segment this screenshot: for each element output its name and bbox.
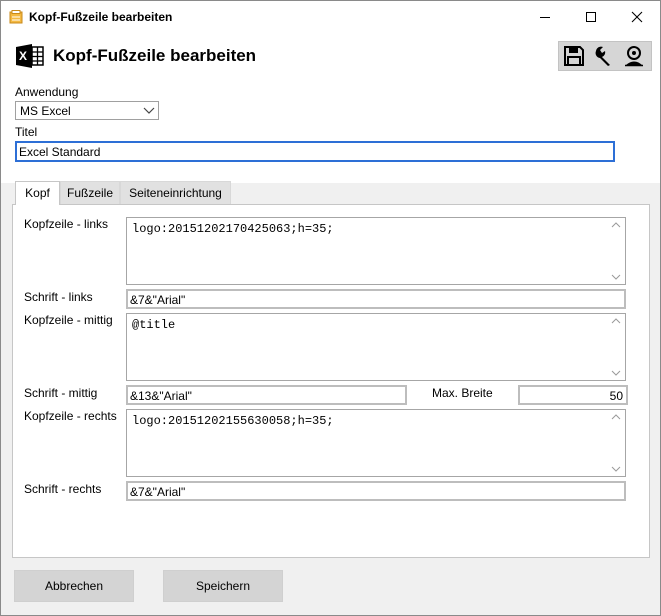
excel-icon: X xyxy=(16,44,44,68)
dialog-window: Kopf-Fußzeile bearbeiten X Kopf-Fußzeile… xyxy=(0,0,661,616)
kopfzeile-rechts-label: Kopfzeile - rechts xyxy=(24,409,117,423)
kopfzeile-links-label: Kopfzeile - links xyxy=(24,217,109,231)
kopfzeile-mittig-label: Kopfzeile - mittig xyxy=(24,313,113,327)
settings-toolbar-button[interactable] xyxy=(591,44,617,68)
window-title: Kopf-Fußzeile bearbeiten xyxy=(29,10,173,24)
titel-input[interactable] xyxy=(15,141,615,162)
schrift-mittig-label: Schrift - mittig xyxy=(24,386,98,400)
tab-fusszeile[interactable]: Fußzeile xyxy=(60,181,120,205)
minimize-button[interactable] xyxy=(522,1,568,33)
minimize-icon xyxy=(540,17,550,18)
kopfzeile-mittig-textarea[interactable]: @title xyxy=(126,313,626,381)
schrift-rechts-label: Schrift - rechts xyxy=(24,482,102,496)
close-icon xyxy=(631,11,643,23)
save-toolbar-button[interactable] xyxy=(561,44,587,68)
user-toolbar-button[interactable] xyxy=(621,44,647,68)
schrift-rechts-value: &7&"Arial" xyxy=(130,485,186,499)
max-breite-input[interactable]: 50 xyxy=(518,385,628,405)
page-title: Kopf-Fußzeile bearbeiten xyxy=(53,46,257,65)
max-breite-value: 50 xyxy=(609,389,623,403)
chevron-up-icon xyxy=(611,222,621,228)
kopfzeile-mittig-value: @title xyxy=(132,318,176,332)
chevron-down-icon xyxy=(611,274,621,280)
scrollbar[interactable] xyxy=(608,410,625,476)
schrift-rechts-input[interactable]: &7&"Arial" xyxy=(126,481,626,501)
maximize-icon xyxy=(586,12,596,22)
schrift-links-value: &7&"Arial" xyxy=(130,293,186,307)
schrift-mittig-input[interactable]: &13&"Arial" xyxy=(126,385,407,405)
schrift-mittig-value: &13&"Arial" xyxy=(130,389,192,403)
kopfzeile-links-value: logo:20151202170425063;h=35; xyxy=(132,222,334,236)
chevron-down-icon xyxy=(611,370,621,376)
title-bar: Kopf-Fußzeile bearbeiten xyxy=(1,1,660,33)
tab-kopf[interactable]: Kopf xyxy=(15,181,60,205)
schrift-links-input[interactable]: &7&"Arial" xyxy=(126,289,626,309)
schrift-links-label: Schrift - links xyxy=(24,290,93,304)
wrench-icon xyxy=(595,46,610,66)
cancel-button[interactable]: Abbrechen xyxy=(14,570,134,602)
chevron-up-icon xyxy=(611,318,621,324)
scrollbar[interactable] xyxy=(608,218,625,284)
user-icon xyxy=(625,46,643,67)
anwendung-value: MS Excel xyxy=(20,104,71,118)
max-breite-label: Max. Breite xyxy=(432,386,493,400)
chevron-down-icon xyxy=(143,107,155,114)
kopfzeile-links-textarea[interactable]: logo:20151202170425063;h=35; xyxy=(126,217,626,285)
scrollbar[interactable] xyxy=(608,314,625,380)
close-button[interactable] xyxy=(614,1,660,33)
chevron-down-icon xyxy=(611,466,621,472)
kopfzeile-rechts-textarea[interactable]: logo:20151202155630058;h=35; xyxy=(126,409,626,477)
tab-seiteneinrichtung[interactable]: Seiteneinrichtung xyxy=(120,181,231,205)
app-icon xyxy=(9,10,23,24)
save-button[interactable]: Speichern xyxy=(163,570,283,602)
chevron-up-icon xyxy=(611,414,621,420)
toolbar xyxy=(558,41,652,71)
anwendung-select[interactable]: MS Excel xyxy=(15,101,159,120)
anwendung-label: Anwendung xyxy=(15,85,79,99)
kopfzeile-rechts-value: logo:20151202155630058;h=35; xyxy=(132,414,334,428)
titel-label: Titel xyxy=(15,125,38,139)
maximize-button[interactable] xyxy=(568,1,614,33)
svg-text:X: X xyxy=(19,49,27,63)
save-icon xyxy=(564,46,584,66)
